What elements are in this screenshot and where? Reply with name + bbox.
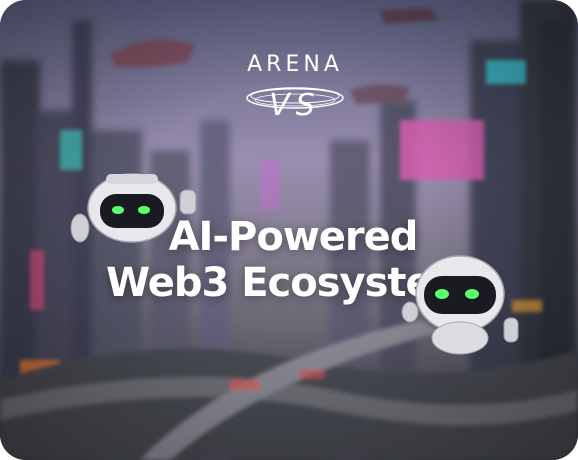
arena-vs-logo: ARENA VS: [236, 52, 354, 132]
hero-card: ARENA VS AI-Powered Web3 Ecosystem: [0, 0, 578, 460]
logo-text: ARENA: [247, 52, 343, 77]
logo-subtext: VS: [269, 88, 321, 123]
robot-icon: [70, 173, 197, 243]
robot-icon: [401, 255, 519, 355]
